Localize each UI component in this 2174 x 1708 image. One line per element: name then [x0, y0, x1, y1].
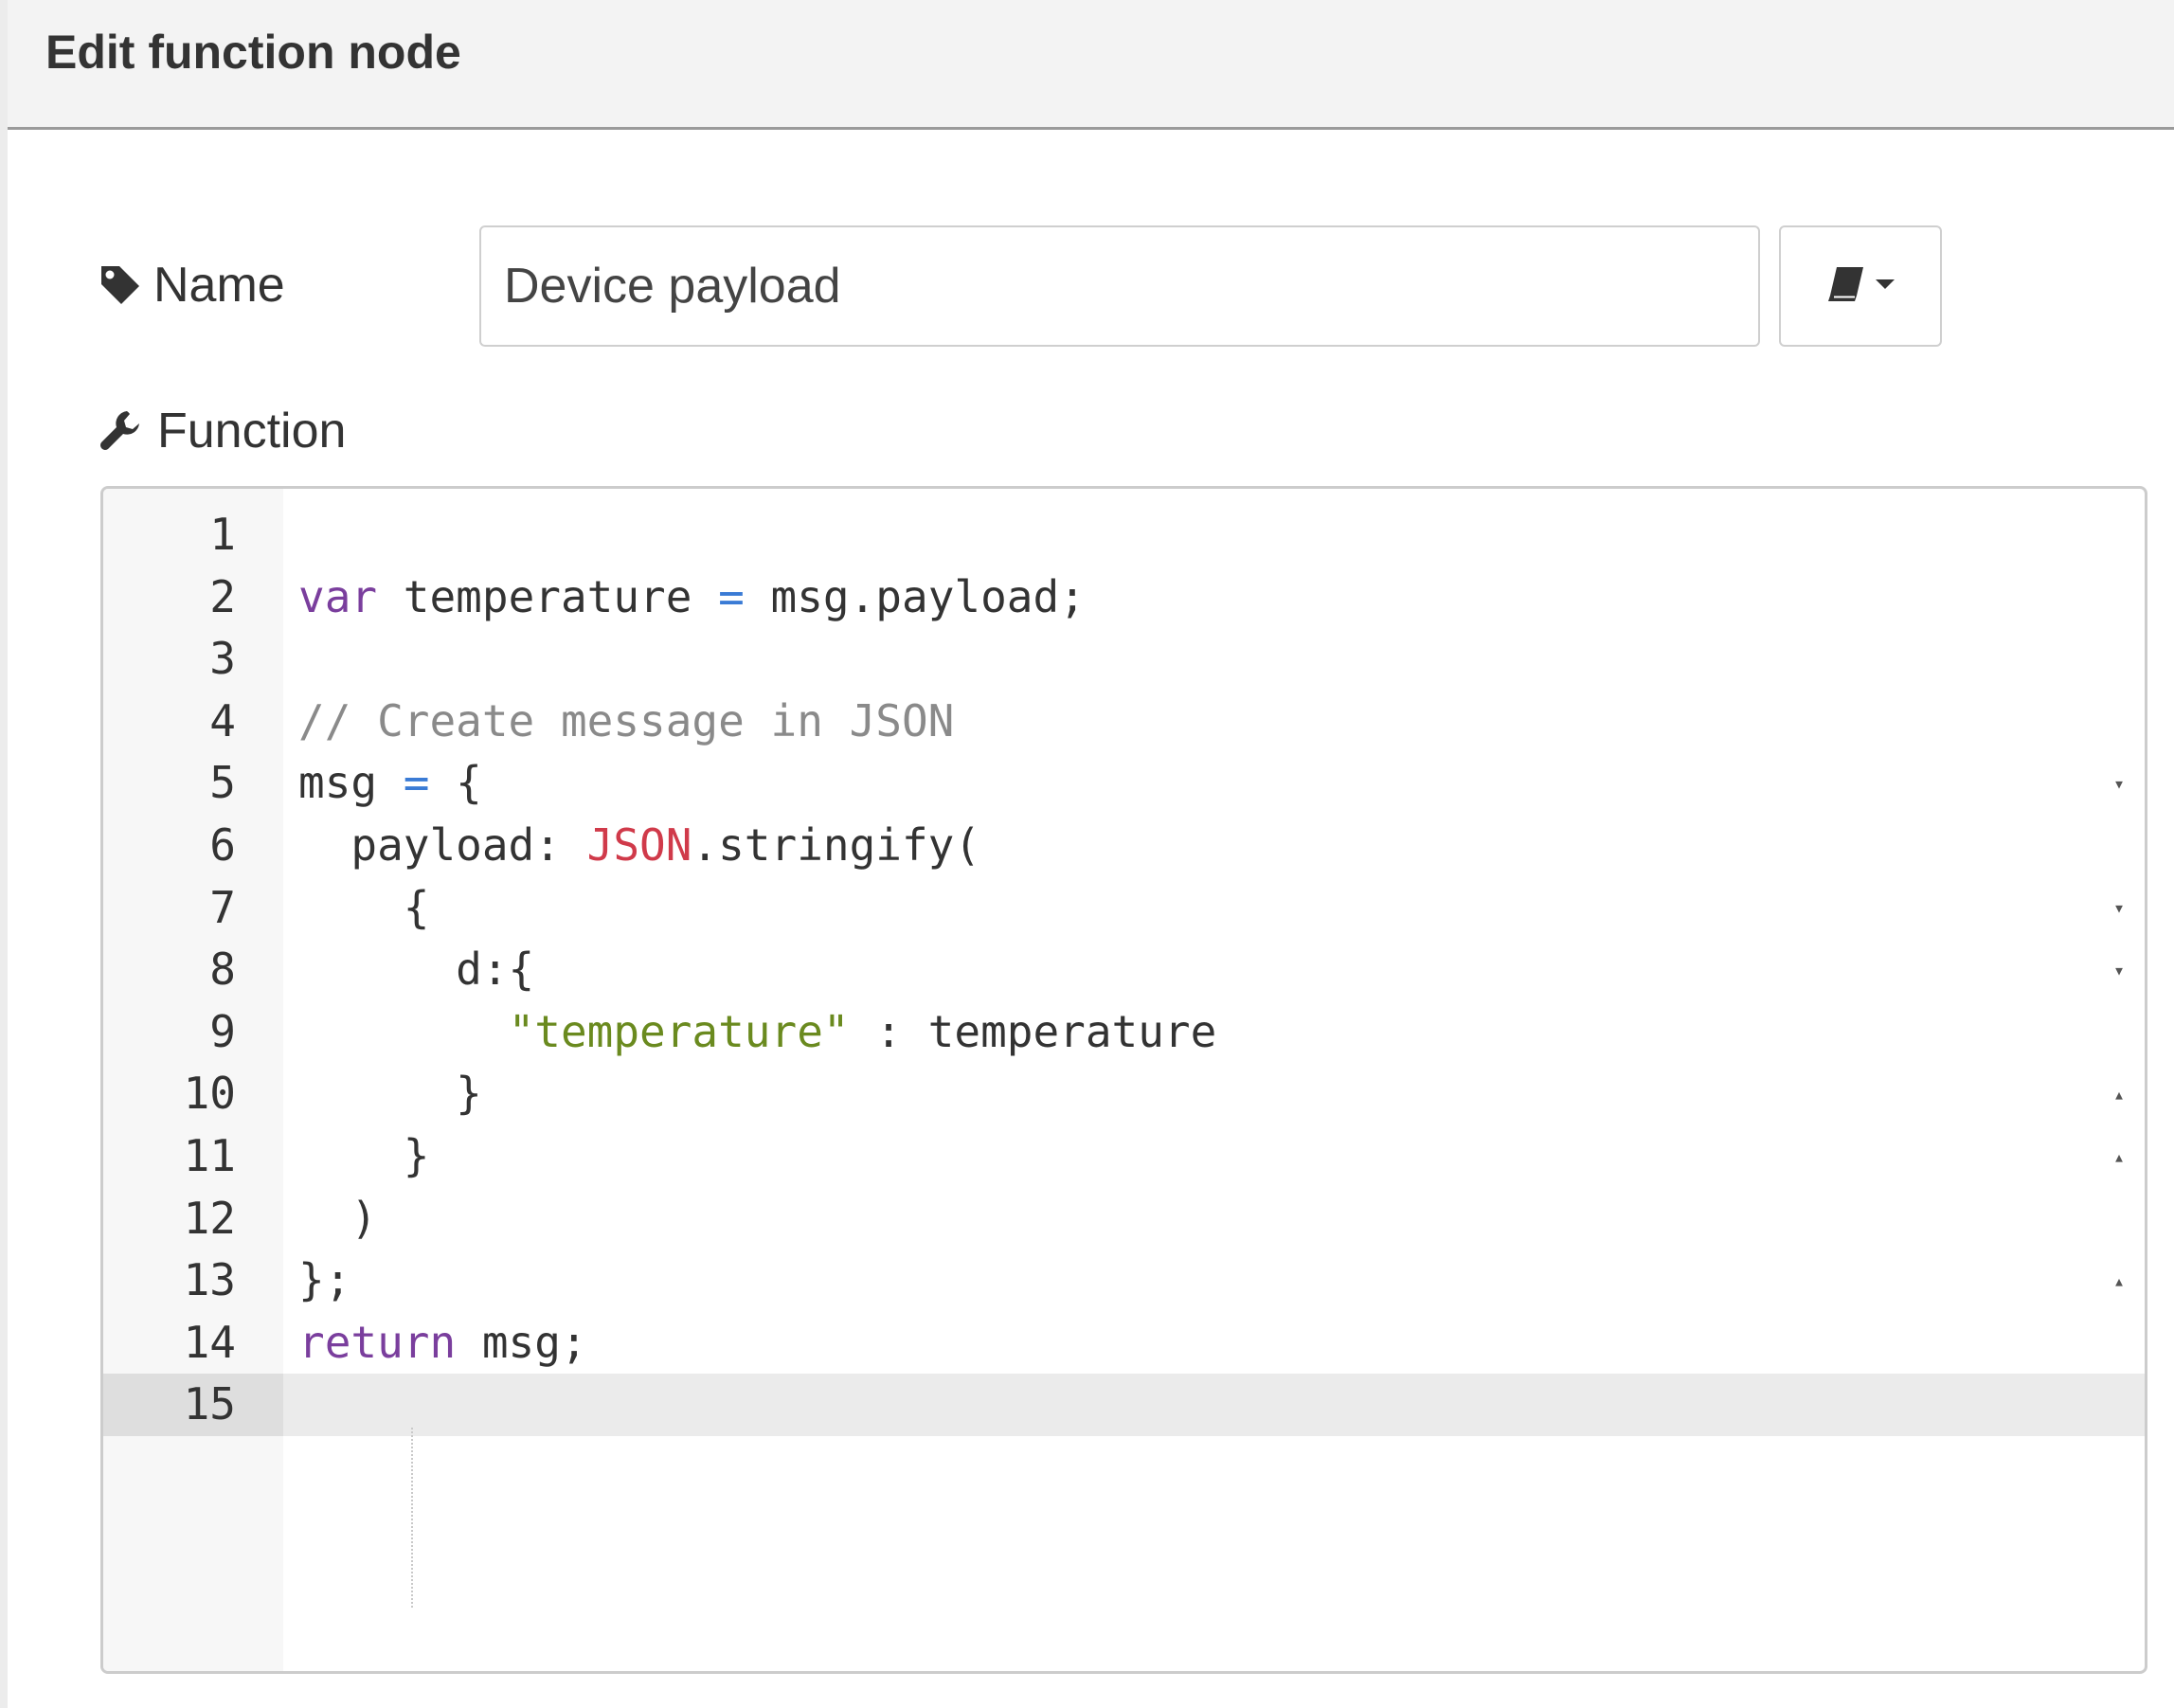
code-line[interactable]: 12 ) — [103, 1188, 2145, 1250]
code-token: msg; — [456, 1316, 587, 1368]
code-token: { — [298, 881, 430, 933]
code-token: msg.payload; — [744, 570, 1086, 622]
fold-open-icon[interactable]: ▾ — [2109, 939, 2129, 1001]
code-token: "temperature" — [508, 1005, 850, 1057]
code-token: payload: — [298, 818, 587, 871]
code-line[interactable]: 1 — [103, 504, 2145, 566]
indent-guide — [411, 1428, 413, 1608]
wrench-icon — [99, 407, 146, 455]
code-text: } — [298, 1125, 430, 1188]
code-token: = — [403, 757, 430, 809]
code-text: // Create message in JSON — [298, 691, 954, 753]
name-input[interactable] — [479, 225, 1760, 347]
function-label: Function — [99, 398, 346, 464]
line-number: 14 — [183, 1316, 236, 1368]
dialog-header: Edit function node — [8, 0, 2174, 130]
code-token: } — [298, 1129, 430, 1181]
code-text: return msg; — [298, 1312, 587, 1375]
tag-icon — [99, 263, 142, 307]
code-token: }; — [298, 1254, 351, 1306]
line-number: 3 — [209, 633, 236, 685]
code-line[interactable]: 8 ▾ d:{ — [103, 939, 2145, 1001]
code-token: var — [298, 570, 378, 622]
name-label: Name — [99, 252, 285, 318]
code-token: temperature — [377, 570, 719, 622]
code-text: d:{ — [298, 939, 534, 1001]
code-editor[interactable]: 1 2 var temperature = msg.payload; 3 4// Cre… — [100, 486, 2147, 1674]
fold-close-icon[interactable]: ▴ — [2109, 1250, 2129, 1312]
function-label-text: Function — [157, 404, 347, 458]
code-text: var temperature = msg.payload; — [298, 566, 1086, 629]
code-token: d:{ — [298, 944, 535, 996]
fold-close-icon[interactable]: ▴ — [2109, 1125, 2129, 1188]
caret-down-icon — [1875, 278, 1896, 296]
code-line[interactable]: 13 ▴}; — [103, 1250, 2145, 1312]
dialog-title: Edit function node — [45, 26, 461, 79]
code-line[interactable]: 9 "temperature" : temperature — [103, 1001, 2145, 1064]
code-token: msg — [298, 757, 404, 809]
code-line[interactable]: 14 return msg; — [103, 1312, 2145, 1375]
code-line[interactable]: 11 ▴ } — [103, 1125, 2145, 1188]
code-token: return — [298, 1316, 457, 1368]
name-label-text: Name — [153, 258, 285, 313]
code-token: = — [718, 570, 745, 622]
code-line[interactable]: 10 ▴ } — [103, 1063, 2145, 1125]
code-lines: 1 2 var temperature = msg.payload; 3 4// Cre… — [103, 504, 2145, 1436]
code-token: JSON — [586, 818, 692, 871]
library-button[interactable] — [1779, 225, 1942, 347]
code-line[interactable]: 3 — [103, 628, 2145, 691]
code-text: "temperature" : temperature — [298, 1001, 1217, 1064]
fold-open-icon[interactable]: ▾ — [2109, 877, 2129, 940]
code-line[interactable]: 7 ▾ { — [103, 877, 2145, 940]
line-number: 6 — [209, 818, 236, 871]
code-line[interactable]: 5 ▾ msg = { — [103, 752, 2145, 815]
line-number: 8 — [209, 944, 236, 996]
line-number: 12 — [183, 1192, 236, 1244]
code-text: payload: JSON.stringify( — [298, 815, 980, 877]
code-token: .stringify( — [692, 818, 981, 871]
line-number: 2 — [209, 570, 236, 622]
code-token: : temperature — [849, 1005, 1217, 1057]
line-number: 4 — [209, 694, 236, 746]
fold-open-icon[interactable]: ▾ — [2109, 752, 2129, 815]
code-text: msg = { — [298, 752, 482, 815]
book-icon — [1825, 263, 1867, 310]
code-token: } — [298, 1068, 482, 1120]
code-text: ) — [298, 1188, 377, 1250]
line-number: 10 — [183, 1068, 236, 1120]
code-text: } — [298, 1063, 482, 1125]
code-line[interactable]: 6 payload: JSON.stringify( — [103, 815, 2145, 877]
line-number: 15 — [103, 1374, 283, 1436]
code-line[interactable]: 15 — [103, 1374, 2145, 1436]
line-number: 1 — [209, 509, 236, 560]
code-line[interactable]: 4 // Create message in JSON — [103, 691, 2145, 753]
line-number: 11 — [183, 1129, 236, 1181]
line-number: 9 — [209, 1005, 236, 1057]
window-edge — [0, 0, 8, 1708]
code-line[interactable]: 2 var temperature = msg.payload; — [103, 566, 2145, 629]
fold-close-icon[interactable]: ▴ — [2109, 1063, 2129, 1125]
line-number: 7 — [209, 881, 236, 933]
code-token: // Create message in JSON — [298, 694, 955, 746]
code-token: ) — [298, 1192, 378, 1244]
code-text: { — [298, 877, 430, 940]
line-number: 13 — [183, 1254, 236, 1306]
code-text: }; — [298, 1250, 350, 1312]
line-number: 5 — [209, 757, 236, 809]
code-token: { — [429, 757, 482, 809]
